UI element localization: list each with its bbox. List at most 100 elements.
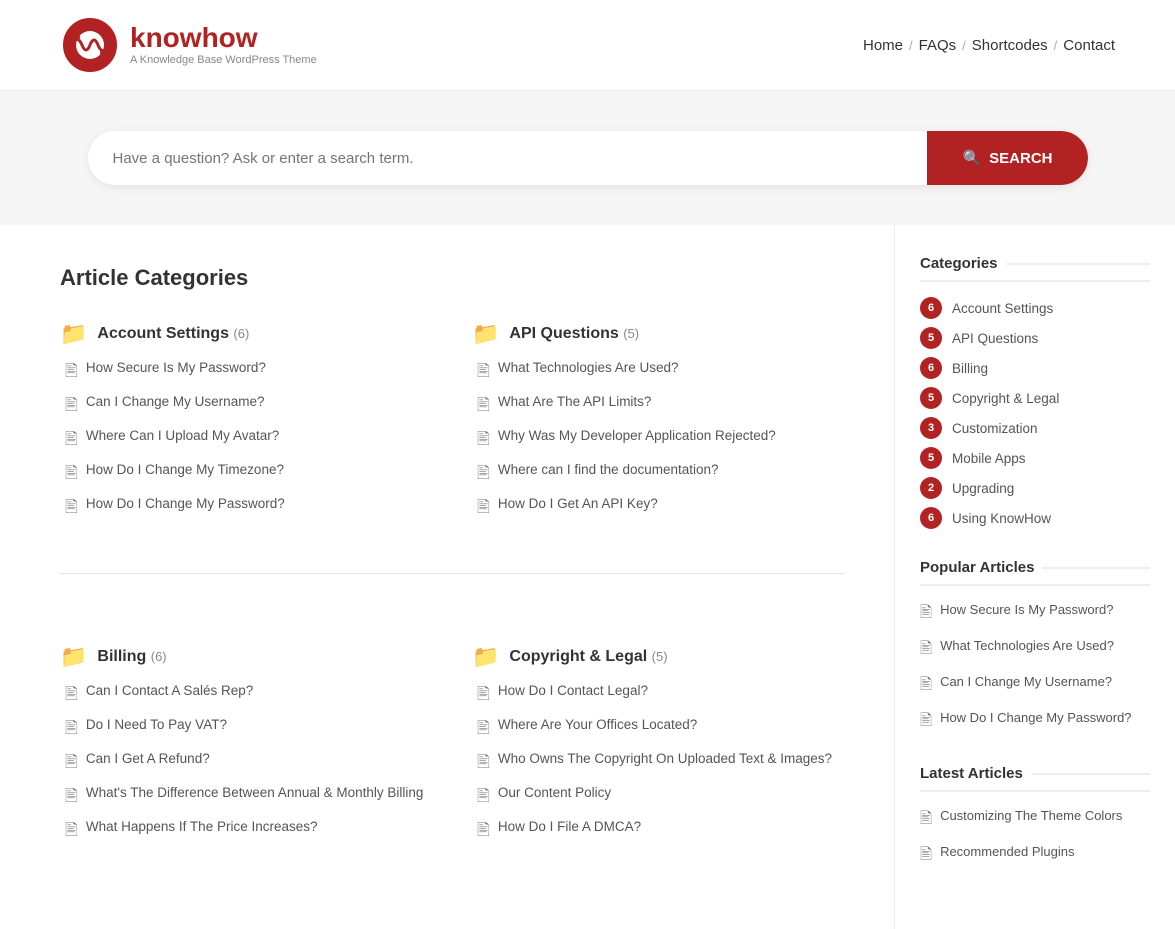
sidebar-latest-title: Latest Articles [920,765,1150,792]
article-link: Can I Contact A Salés Rep? [86,682,253,701]
sidebar-item-using-knowhow[interactable]: 6 Using KnowHow [920,507,1150,529]
sidebar-cat-label-customization: Customization [952,421,1038,436]
sidebar-item-api-questions[interactable]: 5 API Questions [920,327,1150,349]
category-count-copyright-legal: (5) [652,649,668,664]
doc-icon: 🖹 [920,602,932,627]
article-list-billing: 🖹 Can I Contact A Salés Rep? 🖹 Do I Need… [60,682,432,846]
list-item[interactable]: 🖹 Can I Change My Username? [920,673,1150,699]
list-item[interactable]: 🖹 Customizing The Theme Colors [920,807,1150,833]
list-item[interactable]: 🖹 Where Are Your Offices Located? [477,716,844,744]
sidebar-item-upgrading[interactable]: 2 Upgrading [920,477,1150,499]
list-item[interactable]: 🖹 Can I Get A Refund? [65,750,432,778]
doc-icon: 🖹 [65,683,78,710]
list-item[interactable]: 🖹 How Do I Change My Password? [65,495,432,523]
list-item[interactable]: 🖹 Can I Change My Username? [65,393,432,421]
cat-badge-account-settings: 6 [920,297,942,319]
search-box: 🔍 SEARCH [88,131,1088,185]
doc-icon: 🖹 [65,360,78,387]
article-list-api-questions: 🖹 What Technologies Are Used? 🖹 What Are… [472,359,844,523]
category-count-billing: (6) [151,649,167,664]
sidebar-item-billing[interactable]: 6 Billing [920,357,1150,379]
nav-contact[interactable]: Contact [1063,37,1115,54]
search-icon: 🔍 [962,149,981,167]
article-link: What Are The API Limits? [498,393,652,412]
sidebar-cat-label-copyright-legal: Copyright & Legal [952,391,1059,406]
category-name-copyright-legal: Copyright & Legal (5) [509,648,667,666]
nav-faqs[interactable]: FAQs [919,37,957,54]
list-item[interactable]: 🖹 Our Content Policy [477,784,844,812]
sidebar-item-account-settings[interactable]: 6 Account Settings [920,297,1150,319]
list-item[interactable]: 🖹 Can I Contact A Salés Rep? [65,682,432,710]
article-link: What Happens If The Price Increases? [86,818,318,837]
categories-grid: 📁 Account Settings (6) 🖹 How Secure Is M… [60,321,844,846]
sidebar-item-copyright-legal[interactable]: 5 Copyright & Legal [920,387,1150,409]
doc-icon: 🖹 [920,674,932,699]
category-name-billing: Billing (6) [97,648,166,666]
doc-icon: 🖹 [65,394,78,421]
sidebar-item-mobile-apps[interactable]: 5 Mobile Apps [920,447,1150,469]
categories-row-1: 📁 Account Settings (6) 🖹 How Secure Is M… [60,321,844,523]
list-item[interactable]: 🖹 Why Was My Developer Application Rejec… [477,427,844,455]
list-item[interactable]: 🖹 How Secure Is My Password? [65,359,432,387]
articles-section: Article Categories 📁 Account Settings (6… [0,225,895,929]
article-link: How Do I Change My Timezone? [86,461,284,480]
doc-icon: 🖹 [477,394,490,421]
search-button[interactable]: 🔍 SEARCH [927,131,1087,185]
category-copyright-legal: 📁 Copyright & Legal (5) 🖹 How Do I Conta… [472,644,844,846]
nav-sep-1: / [909,38,913,53]
sidebar-article-text: Customizing The Theme Colors [940,807,1122,825]
doc-icon: 🖹 [477,751,490,778]
list-item[interactable]: 🖹 How Do I Change My Timezone? [65,461,432,489]
sidebar-cat-label-api-questions: API Questions [952,331,1038,346]
cat-badge-upgrading: 2 [920,477,942,499]
articles-section-title: Article Categories [60,265,844,291]
list-item[interactable]: 🖹 How Do I Contact Legal? [477,682,844,710]
doc-icon: 🖹 [65,428,78,455]
list-item[interactable]: 🖹 Recommended Plugins [920,843,1150,869]
sidebar-latest-list: 🖹 Customizing The Theme Colors 🖹 Recomme… [920,807,1150,869]
doc-icon: 🖹 [477,819,490,846]
search-input[interactable] [88,132,928,185]
sidebar-item-customization[interactable]: 3 Customization [920,417,1150,439]
cat-badge-customization: 3 [920,417,942,439]
doc-icon: 🖹 [920,710,932,735]
list-item[interactable]: 🖹 How Do I Change My Password? [920,709,1150,735]
category-count-account-settings: (6) [233,326,249,341]
article-link: Why Was My Developer Application Rejecte… [498,427,776,446]
sidebar-cat-label-upgrading: Upgrading [952,481,1014,496]
category-header-copyright-legal: 📁 Copyright & Legal (5) [472,644,844,670]
nav-shortcodes[interactable]: Shortcodes [972,37,1048,54]
list-item[interactable]: 🖹 How Do I File A DMCA? [477,818,844,846]
list-item[interactable]: 🖹 Who Owns The Copyright On Uploaded Tex… [477,750,844,778]
sidebar-popular-list: 🖹 How Secure Is My Password? 🖹 What Tech… [920,601,1150,735]
list-item[interactable]: 🖹 Do I Need To Pay VAT? [65,716,432,744]
sidebar-article-text: Recommended Plugins [940,843,1074,861]
list-item[interactable]: 🖹 What Technologies Are Used? [920,637,1150,663]
list-item[interactable]: 🖹 What Are The API Limits? [477,393,844,421]
list-item[interactable]: 🖹 What Happens If The Price Increases? [65,818,432,846]
logo[interactable]: knowhow A Knowledge Base WordPress Theme [60,15,317,75]
category-header-api-questions: 📁 API Questions (5) [472,321,844,347]
category-header-billing: 📁 Billing (6) [60,644,432,670]
nav-sep-3: / [1054,38,1058,53]
list-item[interactable]: 🖹 How Do I Get An API Key? [477,495,844,523]
list-item[interactable]: 🖹 Where Can I Upload My Avatar? [65,427,432,455]
row-divider [60,573,844,574]
folder-icon-api-questions: 📁 [472,321,499,347]
search-button-label: SEARCH [989,150,1052,167]
list-item[interactable]: 🖹 How Secure Is My Password? [920,601,1150,627]
sidebar-categories-list: 6 Account Settings 5 API Questions 6 Bil… [920,297,1150,529]
cat-badge-billing: 6 [920,357,942,379]
article-link: Can I Change My Username? [86,393,265,412]
main-content: Article Categories 📁 Account Settings (6… [0,225,1175,929]
article-link: Who Owns The Copyright On Uploaded Text … [498,750,832,769]
sidebar-cat-label-mobile-apps: Mobile Apps [952,451,1026,466]
logo-icon [60,15,120,75]
sidebar-categories-title: Categories [920,255,1150,282]
doc-icon: 🖹 [65,462,78,489]
list-item[interactable]: 🖹 What Technologies Are Used? [477,359,844,387]
nav-home[interactable]: Home [863,37,903,54]
doc-icon: 🖹 [477,683,490,710]
list-item[interactable]: 🖹 Where can I find the documentation? [477,461,844,489]
list-item[interactable]: 🖹 What's The Difference Between Annual &… [65,784,432,812]
